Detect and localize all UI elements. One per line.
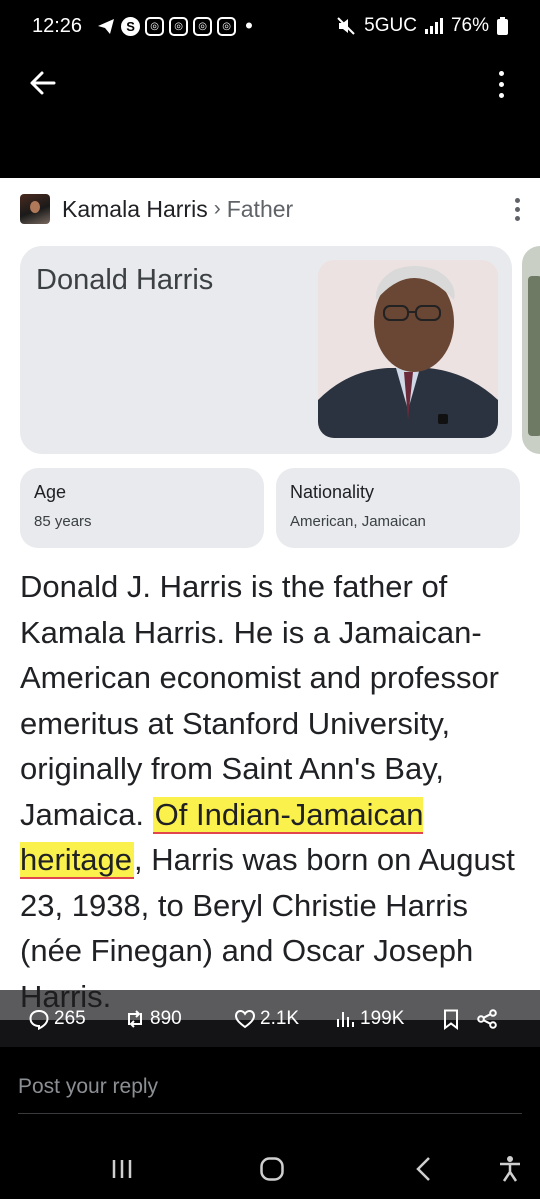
home-icon	[260, 1157, 284, 1181]
recent-apps-icon	[112, 1160, 132, 1178]
home-button[interactable]	[252, 1151, 292, 1187]
mute-icon	[337, 17, 355, 35]
instagram-icon: ◎	[193, 16, 213, 36]
fact-chip-age: Age 85 years	[20, 468, 264, 548]
fact-value: 85 years	[34, 513, 92, 530]
recent-apps-button[interactable]	[102, 1151, 142, 1187]
chevron-left-icon	[416, 1157, 430, 1181]
reply-composer	[0, 1047, 540, 1137]
bookmark-button[interactable]	[440, 1008, 476, 1030]
instagram-icon: ◎	[217, 16, 237, 36]
app-bar	[0, 52, 540, 112]
bookmark-icon	[444, 1009, 458, 1030]
dot-icon	[498, 70, 504, 76]
engagement-bar: 265 890 2.1K 199K	[0, 990, 540, 1047]
attached-screenshot[interactable]: Kamala Harris › Father Donald Harris Age…	[0, 178, 540, 1020]
like-count: 2.1K	[260, 1007, 300, 1029]
person-name: Donald Harris	[36, 264, 214, 296]
like-button[interactable]: 2.1K	[234, 1008, 334, 1030]
view-count: 199K	[360, 1007, 405, 1029]
system-nav-bar	[0, 1137, 540, 1199]
back-button[interactable]	[26, 66, 60, 100]
share-icon	[477, 1008, 497, 1029]
analytics-icon	[337, 1011, 354, 1027]
comment-icon	[29, 1009, 49, 1030]
description-text: Donald J. Harris is the father of Kamala…	[20, 564, 530, 1019]
chevron-right-icon: ›	[213, 197, 221, 220]
fact-value: American, Jamaican	[290, 513, 426, 530]
battery-icon	[497, 17, 508, 35]
more-options-button[interactable]	[486, 64, 516, 104]
arrow-left-icon	[30, 71, 56, 95]
share-button[interactable]	[476, 1008, 506, 1030]
telegram-icon	[98, 19, 115, 34]
status-bar: 12:26 S ◎ ◎ ◎ ◎ • 5GUC 76%	[0, 0, 540, 52]
fact-label: Age	[34, 482, 67, 502]
repost-icon	[128, 1009, 142, 1028]
description-start: Donald J. Harris is the father of Kamala…	[20, 569, 500, 832]
accessibility-button[interactable]	[490, 1151, 530, 1187]
kamala-harris-avatar	[20, 194, 50, 224]
instagram-icon: ◎	[145, 16, 165, 36]
clock: 12:26	[32, 14, 83, 37]
reply-count: 265	[54, 1007, 86, 1029]
dot-icon	[498, 92, 504, 98]
views-button[interactable]: 199K	[334, 1008, 440, 1030]
repost-button[interactable]: 890	[124, 1008, 234, 1030]
breadcrumb-child: Father	[226, 195, 294, 222]
heart-icon	[234, 1009, 256, 1028]
reply-input[interactable]	[18, 1075, 318, 1099]
breadcrumb: Kamala Harris › Father	[20, 192, 293, 226]
next-card-preview[interactable]	[522, 246, 540, 454]
divider	[18, 1113, 522, 1114]
more-notifications-dot: •	[245, 13, 253, 38]
instagram-icon: ◎	[169, 16, 189, 36]
reply-button[interactable]: 265	[28, 1008, 124, 1030]
signal-icon	[424, 18, 443, 34]
repost-count: 890	[150, 1007, 182, 1029]
network-label: 5GUC	[364, 15, 417, 36]
fact-label: Nationality	[290, 482, 375, 502]
card-more-icon	[512, 198, 522, 224]
battery-percent: 76%	[450, 15, 489, 36]
dot-icon	[498, 81, 504, 87]
back-nav-button[interactable]	[404, 1151, 444, 1187]
accessibility-icon	[500, 1156, 520, 1182]
fact-chip-nationality: Nationality American, Jamaican	[276, 468, 520, 548]
person-photo	[318, 260, 498, 438]
s-app-icon: S	[121, 16, 141, 36]
breadcrumb-parent: Kamala Harris	[62, 195, 208, 222]
knowledge-card: Donald Harris	[20, 246, 512, 454]
